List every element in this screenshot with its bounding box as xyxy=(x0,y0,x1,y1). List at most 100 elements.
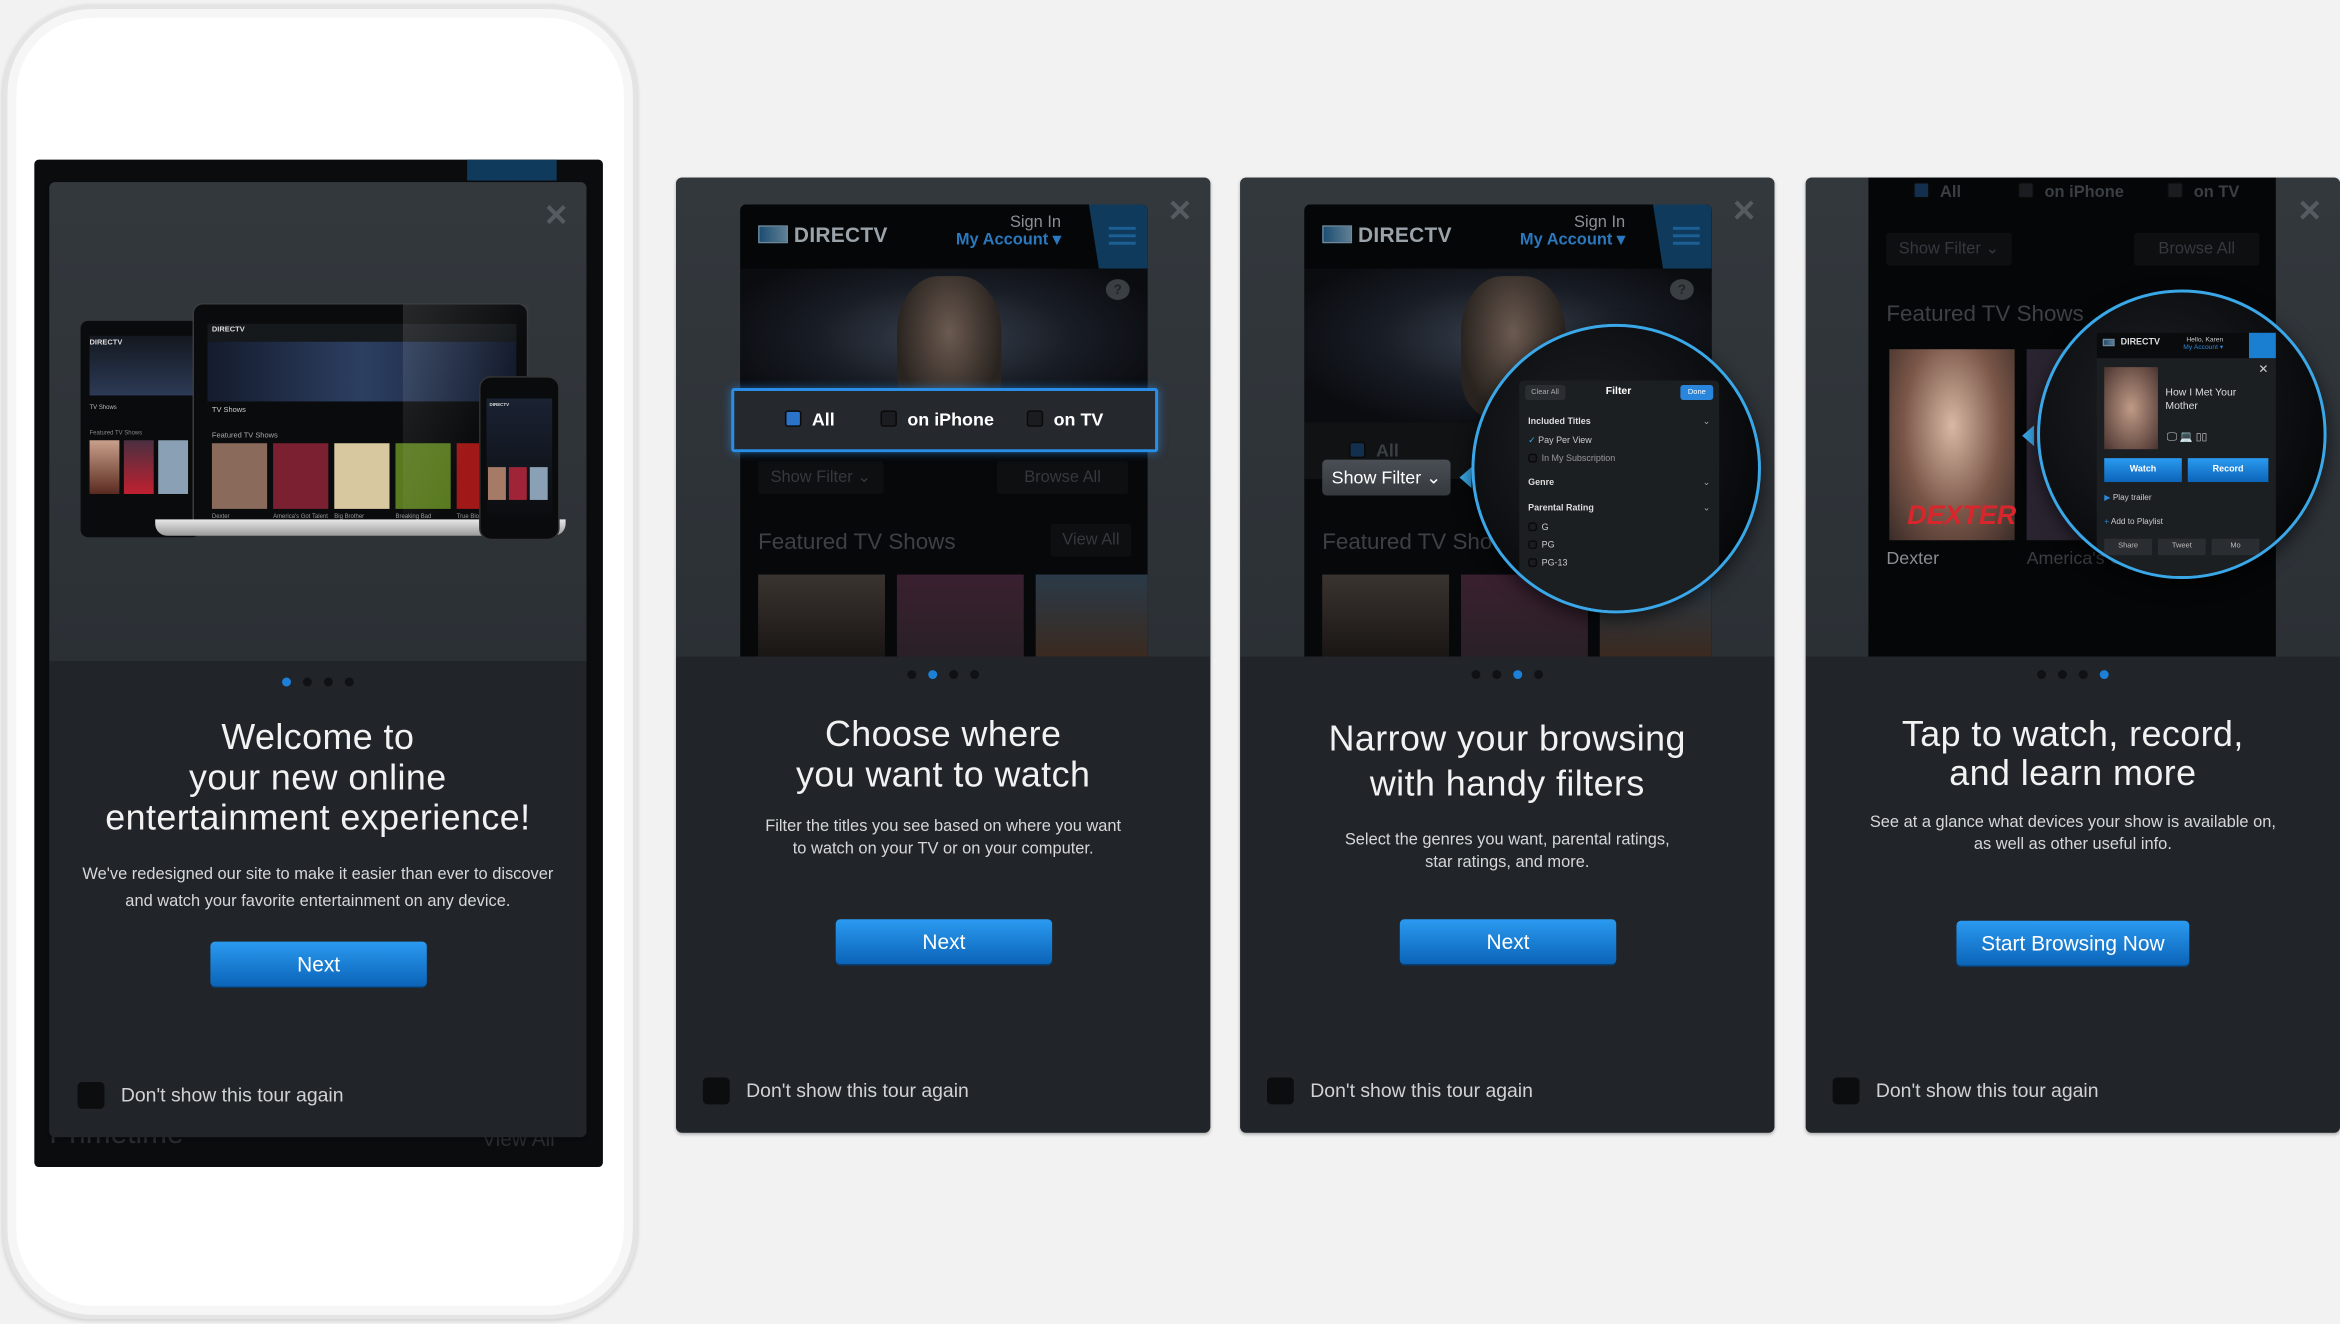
close-icon[interactable]: ✕ xyxy=(2258,363,2268,376)
account-area[interactable]: Sign In My Account ▾ xyxy=(956,213,1061,249)
pagination-dot[interactable] xyxy=(2078,670,2088,680)
dont-show-checkbox[interactable] xyxy=(1832,1077,1860,1105)
help-icon[interactable]: ? xyxy=(1669,279,1694,300)
subscription-option[interactable]: In My Subscription xyxy=(1528,453,1615,464)
view-all-button[interactable]: View All xyxy=(1050,523,1132,557)
browse-all-button[interactable]: Browse All xyxy=(2134,232,2260,266)
dont-show-checkbox[interactable] xyxy=(702,1077,730,1105)
my-account-link[interactable]: My Account ▾ xyxy=(2183,343,2223,350)
pagination-dot[interactable] xyxy=(323,677,333,687)
share-button[interactable]: Share xyxy=(2104,538,2152,556)
dont-show-label: Don't show this tour again xyxy=(120,1083,344,1106)
start-browsing-button[interactable]: Start Browsing Now xyxy=(1956,920,2190,966)
slide-title: Tap to watch, record, and learn more xyxy=(1901,714,2244,794)
account-area[interactable]: Sign In My Account ▾ xyxy=(1520,213,1625,249)
close-icon[interactable]: ✕ xyxy=(544,197,569,234)
dont-show-checkbox[interactable] xyxy=(77,1081,105,1109)
sign-in-link[interactable]: Sign In xyxy=(956,213,1061,231)
show-filter-button[interactable]: Show Filter ⌄ xyxy=(758,461,884,494)
done-button[interactable]: Done xyxy=(1680,385,1714,400)
pagination-dot[interactable] xyxy=(928,670,938,680)
pagination-dot[interactable] xyxy=(1492,670,1502,680)
poster-label: Big Brother xyxy=(334,511,365,520)
genre-header[interactable]: Genre xyxy=(1528,479,1554,488)
pagination-dot[interactable] xyxy=(344,677,354,687)
title-line: entertainment experience! xyxy=(105,798,531,839)
tour-slide-3: DIRECTV Sign In My Account ▾ ? All Featur… xyxy=(1240,177,1775,1133)
filter-all[interactable]: All xyxy=(784,391,835,449)
callout-pointer xyxy=(2022,425,2035,447)
clear-all-button[interactable]: Clear All xyxy=(1525,385,1565,400)
parental-rating-header[interactable]: Parental Rating xyxy=(1528,504,1594,513)
device-filter-row: All on iPhone on TV xyxy=(1868,178,2275,211)
checkbox-icon xyxy=(880,410,897,427)
pagination-dot[interactable] xyxy=(302,677,312,687)
rating-pg[interactable]: PG xyxy=(1528,540,1555,551)
pagination-dot[interactable] xyxy=(1513,670,1523,680)
pagination-dot[interactable] xyxy=(2099,670,2109,680)
dexter-poster[interactable]: DEXTER xyxy=(1889,349,2017,541)
poster xyxy=(211,443,268,509)
tablet-logo: DIRECTV xyxy=(89,338,123,348)
poster-title: DEXTER xyxy=(1907,499,2017,530)
show-thumbnail xyxy=(2104,367,2158,450)
body-line: We've redesigned our site to make it eas… xyxy=(82,865,554,884)
rating-pg13[interactable]: PG-13 xyxy=(1528,558,1567,569)
pagination-dot[interactable] xyxy=(1471,670,1481,680)
pagination-dot[interactable] xyxy=(970,670,979,680)
pagination-dot[interactable] xyxy=(1534,670,1544,680)
tour-slide-1: DIRECTV TV Shows Featured TV Shows DIREC… xyxy=(49,182,587,1138)
tablet-featured: Featured TV Shows xyxy=(89,428,143,436)
add-playlist-link[interactable]: + Add to Playlist xyxy=(2104,518,2163,527)
record-button[interactable]: Record xyxy=(2187,458,2269,483)
filter-iphone[interactable]: on iPhone xyxy=(880,391,994,449)
slide-title: Narrow your browsing with handy filters xyxy=(1328,719,1686,805)
body-line: and watch your favorite entertainment on… xyxy=(125,892,511,911)
poster[interactable] xyxy=(896,574,1024,657)
more-button[interactable]: Mo xyxy=(2211,538,2260,556)
pagination-dot[interactable] xyxy=(2057,670,2067,680)
close-icon[interactable]: ✕ xyxy=(1167,193,1192,230)
poster[interactable] xyxy=(1322,574,1450,657)
show-filter-button[interactable]: Show Filter ⌄ xyxy=(1322,459,1451,496)
pay-per-view-option[interactable]: ✓ Pay Per View xyxy=(1528,436,1592,446)
tour-slide-2: DIRECTV Sign In My Account ▾ ? Show Filte… xyxy=(676,177,1211,1133)
next-button[interactable]: Next xyxy=(1399,919,1617,965)
callout-pointer xyxy=(1459,467,1472,488)
poster[interactable] xyxy=(1035,574,1148,657)
directv-logo: DIRECTV xyxy=(758,222,888,246)
filter-tv[interactable]: on TV xyxy=(1026,391,1103,449)
show-filter-button[interactable]: Show Filter ⌄ xyxy=(1886,232,2012,266)
menu-icon[interactable] xyxy=(2248,332,2276,359)
pagination-dot[interactable] xyxy=(2037,670,2047,680)
watch-button[interactable]: Watch xyxy=(2104,458,2182,483)
dont-show-checkbox[interactable] xyxy=(1267,1077,1294,1105)
pagination-dots xyxy=(1806,670,2340,680)
tablet-mockup: DIRECTV TV Shows Featured TV Shows xyxy=(80,320,200,538)
included-titles-header[interactable]: Included Titles xyxy=(1528,418,1591,427)
my-account-link[interactable]: My Account ▾ xyxy=(956,231,1061,249)
browse-all-button[interactable]: Browse All xyxy=(996,461,1129,494)
dont-show-label: Don't show this tour again xyxy=(746,1078,969,1102)
next-button[interactable]: Next xyxy=(835,919,1053,965)
show-title: How I Met Your Mother xyxy=(2165,388,2237,412)
checkbox-icon xyxy=(1026,410,1044,427)
filter-panel: Clear All Filter Done Included Titles ✓ … xyxy=(1519,380,1720,611)
tweet-button[interactable]: Tweet xyxy=(2157,538,2206,556)
next-button[interactable]: Next xyxy=(210,941,427,987)
laptop-section: TV Shows xyxy=(211,405,246,415)
close-icon[interactable]: ✕ xyxy=(1731,193,1756,230)
close-icon[interactable]: ✕ xyxy=(2297,193,2322,230)
pagination-dot[interactable] xyxy=(907,670,917,680)
help-icon[interactable]: ? xyxy=(1105,279,1130,300)
play-trailer-link[interactable]: ▶ Play trailer xyxy=(2104,494,2151,503)
pagination-dot[interactable] xyxy=(282,677,292,687)
filter-title: Filter xyxy=(1605,386,1632,397)
slide-title: Choose where you want to watch xyxy=(796,714,1091,796)
featured-heading: Featured TV Shows xyxy=(1886,301,2084,327)
title-line: Welcome to xyxy=(221,717,415,759)
rating-g[interactable]: G xyxy=(1528,522,1549,533)
chevron-down-icon: ⌄ xyxy=(1702,479,1711,488)
pagination-dot[interactable] xyxy=(949,670,959,680)
poster[interactable] xyxy=(758,574,885,657)
